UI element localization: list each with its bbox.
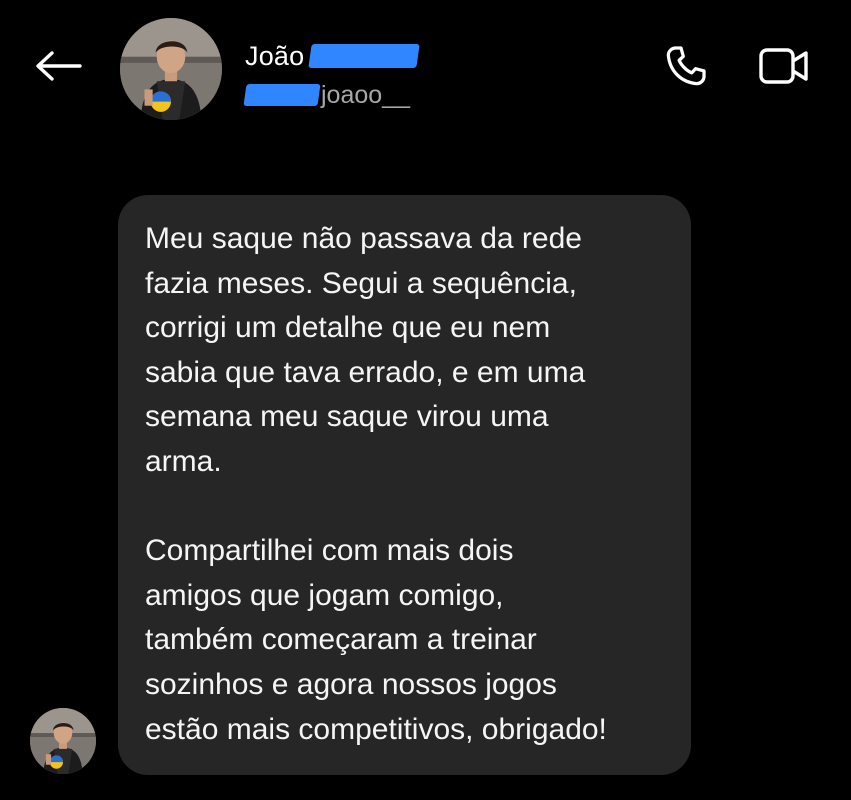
video-call-button[interactable] xyxy=(752,38,816,94)
contact-avatar[interactable] xyxy=(120,18,222,120)
voice-call-button[interactable] xyxy=(658,38,714,94)
redacted-surname xyxy=(308,44,421,68)
sender-avatar[interactable] xyxy=(30,708,96,774)
message-line: arma. xyxy=(145,444,222,478)
phone-icon xyxy=(666,46,706,86)
message-line: estão mais competitivos, obrigado! xyxy=(145,712,607,746)
avatar-photo xyxy=(120,18,222,120)
contact-username: joaoo__ xyxy=(321,80,410,109)
message-line: também começaram a treinar xyxy=(145,623,537,657)
video-camera-icon xyxy=(759,48,808,84)
contact-info[interactable]: João joaoo__ xyxy=(243,38,421,112)
message-bubble[interactable]: Meu saque não passava da rede fazia mese… xyxy=(118,195,691,775)
message-line: corrigi um detalhe que eu nem xyxy=(145,311,551,345)
username-row: joaoo__ xyxy=(243,78,418,112)
contact-name-row: João xyxy=(245,38,421,74)
message-line: fazia meses. Segui a sequência, xyxy=(145,266,577,300)
message-line: semana meu saque virou uma xyxy=(145,400,549,434)
contact-name: João xyxy=(245,40,305,71)
chat-header: João joaoo__ xyxy=(0,0,851,130)
message-line: sozinhos e agora nossos jogos xyxy=(145,667,557,701)
message-line: Compartilhei com mais dois xyxy=(145,534,514,568)
message-line: sabia que tava errado, e em uma xyxy=(145,355,586,389)
message-line: Meu saque não passava da rede xyxy=(145,222,582,255)
avatar-photo xyxy=(30,708,96,774)
message-line: amigos que jogam comigo, xyxy=(145,578,504,612)
redacted-username-prefix xyxy=(243,84,321,106)
arrow-left-icon xyxy=(36,51,82,81)
back-button[interactable] xyxy=(30,40,86,92)
